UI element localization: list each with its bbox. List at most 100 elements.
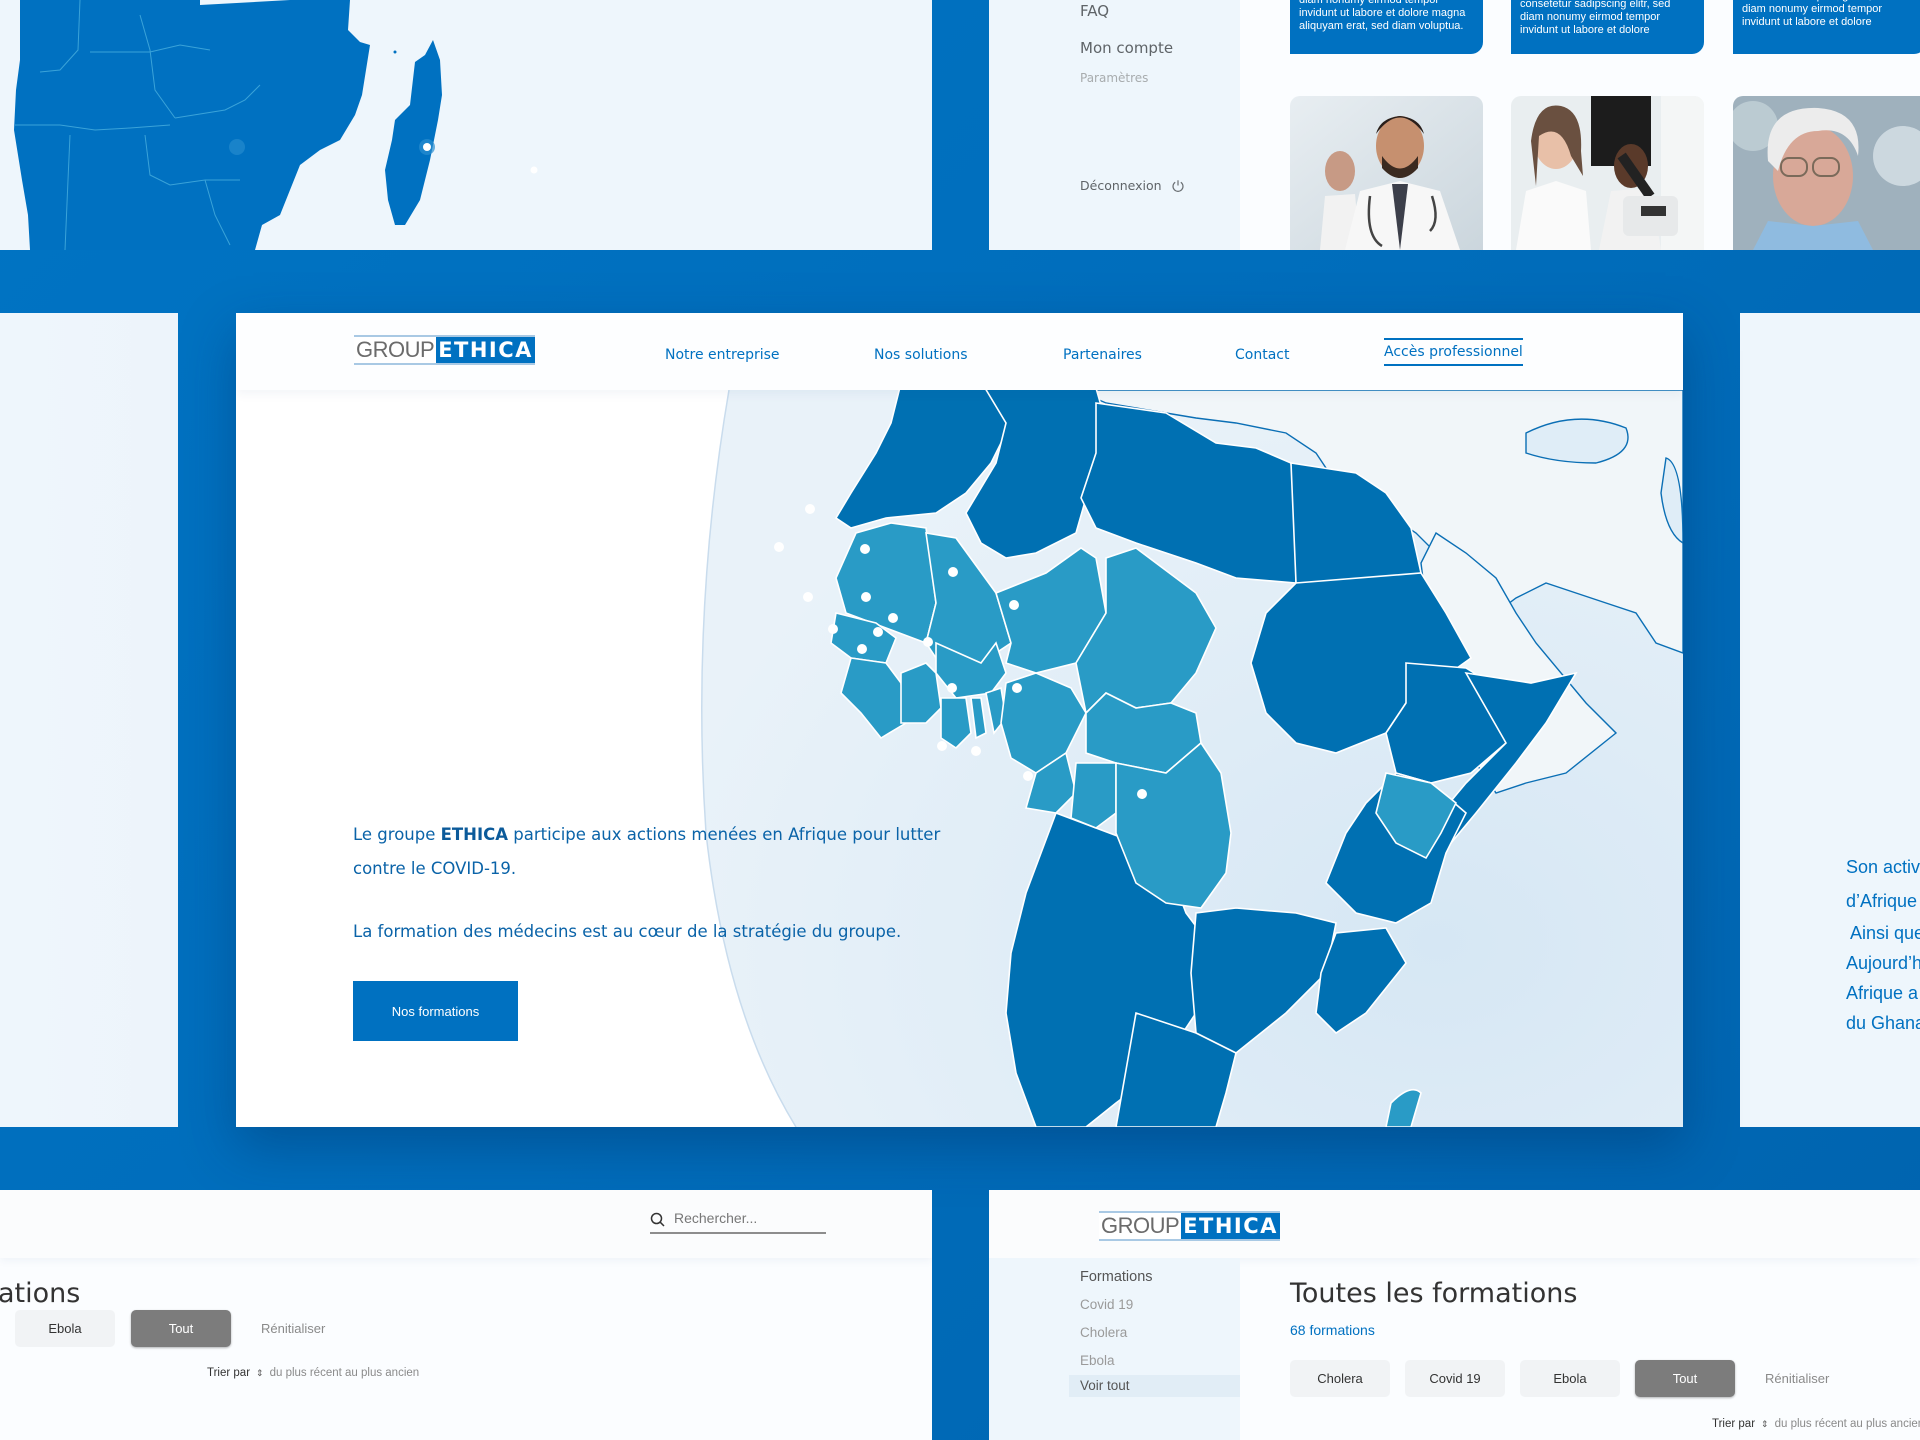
about-line: Son activ [1846, 857, 1920, 877]
photo-card-doctor[interactable] [1290, 96, 1483, 250]
sidebar-item-faq[interactable]: FAQ [1080, 2, 1109, 20]
filter-chip-ebola[interactable]: Ebola [1520, 1360, 1620, 1397]
card-text: consetetur sadipscing elitr, sed diam no… [1520, 0, 1671, 36]
map-marker[interactable] [530, 166, 538, 174]
sort-control[interactable]: Trier par ⇕ du plus récent au plus ancien [207, 1367, 419, 1379]
map-marker[interactable] [948, 567, 958, 577]
map-marker[interactable] [861, 592, 871, 602]
map-marker[interactable] [1023, 771, 1033, 781]
map-marker[interactable] [860, 544, 870, 554]
search-icon [650, 1212, 665, 1227]
filter-chip-tout[interactable]: Tout [1635, 1360, 1735, 1397]
sidebar-item-parametres[interactable]: Paramètres [1080, 71, 1148, 85]
map-marker[interactable] [1009, 600, 1019, 610]
logo-ethica-text: ETHICA [436, 337, 535, 363]
map-marker[interactable] [805, 504, 815, 514]
photo-card-elderly[interactable] [1733, 96, 1920, 250]
map-marker[interactable] [873, 627, 883, 637]
map-marker[interactable] [971, 746, 981, 756]
sort-label: Trier par [207, 1367, 251, 1379]
formations-sidebar: Formations Covid 19 Cholera Ebola Voir t… [989, 1258, 1240, 1440]
map-marker[interactable] [923, 637, 933, 647]
search-input[interactable] [674, 1210, 822, 1226]
sort-label: Trier par [1712, 1418, 1756, 1430]
hero-text: Le groupe ETHICA participe aux actions m… [353, 818, 973, 949]
hero-text-prefix: Le groupe [353, 825, 441, 844]
homepage-panel: GROUP ETHICA Notre entreprise Nos solutio… [236, 313, 1683, 1127]
map-marker[interactable] [1137, 789, 1147, 799]
sort-value: du plus récent au plus ancien [1774, 1418, 1920, 1430]
side-preview-panel-left [0, 313, 178, 1127]
info-card[interactable]: consetetur sadipscing elitr, sed diam no… [1511, 0, 1704, 54]
map-marker[interactable] [828, 624, 838, 634]
sort-arrows-icon: ⇕ [256, 1368, 264, 1378]
info-card[interactable]: consetetur sadipscing elitr, sed diam no… [1733, 0, 1920, 54]
sidebar-item-mon-compte[interactable]: Mon compte [1080, 39, 1173, 57]
about-line: Ainsi que [1850, 923, 1920, 943]
sort-control[interactable]: Trier par ⇕ du plus récent au plus ancien [1712, 1418, 1920, 1430]
reset-filters-link[interactable]: Rénitialiser [261, 1321, 325, 1336]
about-line: Aujourd’h [1846, 953, 1920, 973]
southern-africa-map [14, 0, 538, 250]
map-marker[interactable] [947, 683, 957, 693]
formations-header: GROUP ETHICA [989, 1190, 1920, 1258]
about-line: d’Afrique [1846, 891, 1918, 911]
sidebar-item-covid-19[interactable]: Covid 19 [1080, 1297, 1133, 1312]
filter-chip-ebola[interactable]: Ebola [15, 1310, 115, 1347]
logo-ethica-text: ETHICA [1181, 1213, 1280, 1239]
photo-card-scientist[interactable] [1511, 96, 1704, 250]
filter-chip-covid-19[interactable]: Covid 19 [1405, 1360, 1505, 1397]
formations-count: 68 formations [1290, 1322, 1375, 1338]
info-card[interactable]: diam nonumy eirmod tempor invidunt ut la… [1290, 0, 1483, 54]
power-icon [1172, 179, 1184, 192]
sort-arrows-icon: ⇕ [1761, 1419, 1769, 1429]
map-marker[interactable] [937, 741, 947, 751]
sort-value: du plus récent au plus ancien [269, 1367, 420, 1379]
dashboard-preview-panel: FAQ Mon compte Paramètres Déconnexion di… [989, 0, 1920, 250]
nav-partenaires[interactable]: Partenaires [1063, 347, 1142, 363]
map-marker[interactable] [803, 592, 813, 602]
logo[interactable]: GROUP ETHICA [354, 335, 535, 365]
about-line: du Ghana [1846, 1013, 1920, 1033]
formations-list-panel: GROUP ETHICA Formations Covid 19 Cholera … [989, 1190, 1920, 1440]
sidebar-heading-formations[interactable]: Formations [1080, 1269, 1153, 1285]
nav-contact[interactable]: Contact [1235, 347, 1289, 363]
map-marker[interactable] [1012, 683, 1022, 693]
reset-filters-link[interactable]: Rénitialiser [1765, 1371, 1829, 1386]
about-text: Son activ d’Afrique Ainsi que Aujourd’h … [1846, 850, 1920, 1040]
elderly-man-photo [1733, 96, 1920, 250]
doctor-photo [1290, 96, 1483, 250]
map-marker[interactable] [774, 542, 784, 552]
filter-chip-cholera[interactable]: Cholera [1290, 1360, 1390, 1397]
logo-group-text: GROUP [1099, 1213, 1182, 1239]
sidebar-item-ebola[interactable]: Ebola [1080, 1353, 1115, 1368]
nos-formations-button[interactable]: Nos formations [353, 981, 518, 1041]
logout-label: Déconnexion [1080, 178, 1162, 193]
map-marker[interactable] [857, 644, 867, 654]
nav-nos-solutions[interactable]: Nos solutions [874, 347, 968, 363]
formations-header [0, 1190, 932, 1258]
nav-notre-entreprise[interactable]: Notre entreprise [665, 347, 780, 363]
about-preview-panel: Son activ d’Afrique Ainsi que Aujourd’h … [1740, 313, 1920, 1127]
hero-line-1: Le groupe ETHICA participe aux actions m… [353, 818, 973, 886]
scientist-photo [1511, 96, 1704, 250]
site-header: GROUP ETHICA Notre entreprise Nos solutio… [236, 313, 1683, 390]
logo[interactable]: GROUP ETHICA [1099, 1211, 1280, 1241]
logout-button[interactable]: Déconnexion [1080, 178, 1185, 193]
search-field[interactable] [650, 1206, 826, 1234]
formations-preview-panel: ations Ebola Tout Rénitialiser Trier par… [0, 1190, 932, 1440]
map-preview-panel [0, 0, 932, 250]
nav-acces-professionnel[interactable]: Accès professionnel [1384, 338, 1523, 366]
about-line: Afrique a [1846, 983, 1919, 1003]
filter-chip-tout[interactable]: Tout [131, 1310, 231, 1347]
account-sidebar: FAQ Mon compte Paramètres Déconnexion [989, 0, 1240, 250]
card-text: consetetur sadipscing elitr, sed diam no… [1742, 0, 1892, 28]
hero-brand: ETHICA [440, 825, 508, 844]
map-marker[interactable] [888, 613, 898, 623]
hero-line-2: La formation des médecins est au cœur de… [353, 922, 902, 941]
sidebar-item-cholera[interactable]: Cholera [1080, 1325, 1127, 1340]
page-title: ations [0, 1278, 81, 1309]
sidebar-item-voir-tout[interactable]: Voir tout [1069, 1375, 1240, 1397]
logo-group-text: GROUP [354, 337, 437, 363]
card-text: diam nonumy eirmod tempor invidunt ut la… [1299, 0, 1466, 32]
